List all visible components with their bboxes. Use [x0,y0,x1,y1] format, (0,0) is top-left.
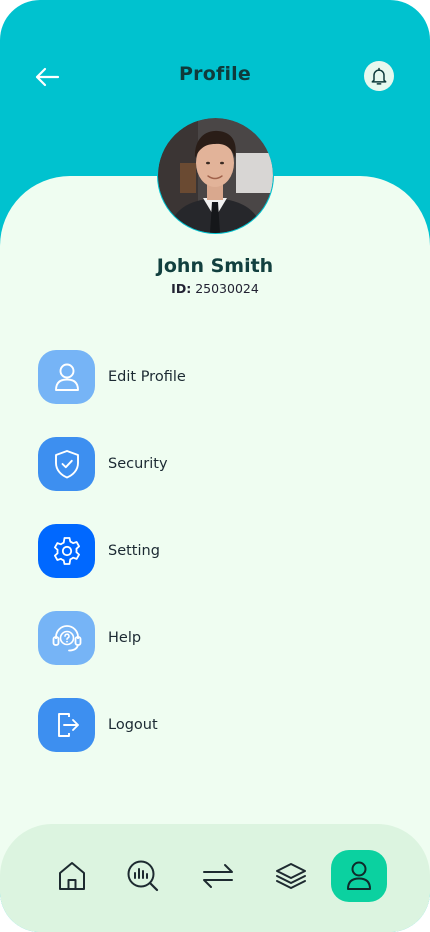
layers-icon [276,863,306,889]
notification-button[interactable] [364,61,394,91]
user-name: John Smith [156,255,274,277]
headset-help-icon [52,625,81,652]
user-icon [54,363,79,391]
menu-icon-tile [38,350,95,404]
menu-label-edit-profile: Edit Profile [108,369,186,385]
top-bar: Profile [0,52,430,100]
bottom-navigation [0,824,430,932]
menu-icon-tile [38,524,95,578]
user-id-label: ID: [171,281,192,296]
nav-profile[interactable] [331,850,387,902]
transfer-arrows-icon [203,864,233,888]
analytics-search-icon [127,860,159,892]
menu-item-edit-profile[interactable]: Edit Profile [38,350,378,404]
shield-check-icon [54,450,79,479]
profile-photo [158,118,273,233]
user-id-value: 25030024 [195,281,259,296]
menu-icon-tile [38,437,95,491]
menu-label-logout: Logout [108,717,158,733]
menu-icon-tile [38,611,95,665]
menu-label-help: Help [108,630,142,646]
user-id: ID: 25030024 [0,281,430,296]
nav-analytics[interactable] [115,850,171,902]
menu-label-setting: Setting [108,543,160,559]
menu-item-logout[interactable]: Logout [38,698,378,752]
gear-icon [53,537,80,565]
bell-icon [371,67,387,85]
logout-icon [57,713,79,737]
profile-screen: Profile John Smith ID: 25030024 Edit Pro… [0,0,430,932]
nav-layers[interactable] [263,850,319,902]
menu-item-help[interactable]: Help [38,611,378,665]
home-icon [59,862,85,890]
menu-label-security: Security [108,456,168,472]
nav-transfer[interactable] [190,850,246,902]
avatar[interactable] [157,117,274,234]
menu-item-setting[interactable]: Setting [38,524,378,578]
menu-item-security[interactable]: Security [38,437,378,491]
user-icon [347,861,371,890]
nav-home[interactable] [44,850,100,902]
menu-icon-tile [38,698,95,752]
